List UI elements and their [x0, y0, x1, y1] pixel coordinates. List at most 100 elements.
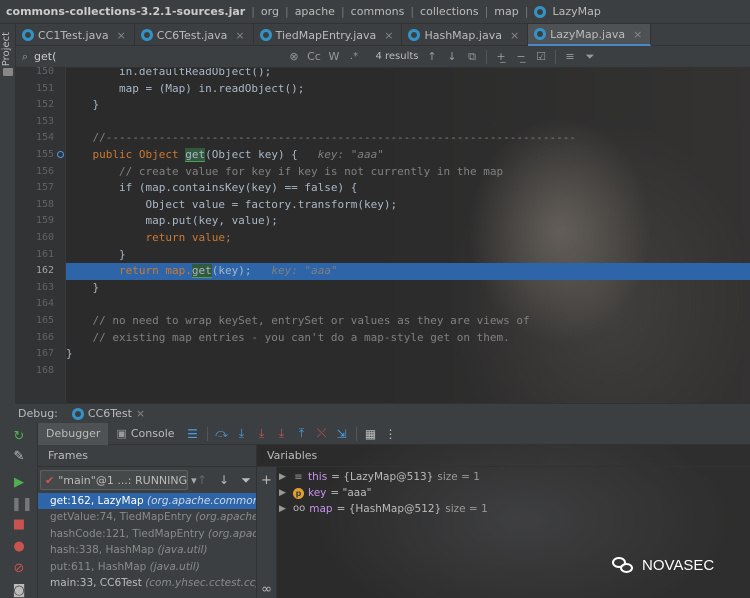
drop-frame-icon[interactable]: ⤬ — [312, 426, 332, 441]
step-over-icon[interactable]: ⤓ — [232, 426, 252, 441]
tab-debugger[interactable]: Debugger — [38, 422, 109, 445]
multiline-icon[interactable]: ≡ — [560, 50, 580, 63]
code-fragment: (key); — [211, 264, 252, 278]
code-line: } — [66, 347, 73, 361]
breadcrumb-file[interactable]: LazyMap — [552, 5, 600, 18]
project-tool-button[interactable]: Project — [1, 32, 12, 66]
clear-search-icon[interactable]: ⊗ — [284, 50, 304, 63]
code-editor[interactable]: in.defaultReadObject(); map = (Map) in.r… — [66, 68, 750, 403]
variable-value: = "aaa" — [330, 487, 372, 499]
debug-side-toolbar: ↻ ✎ ▶ ❚❚ ■ ● ⊘ ◙ — [0, 403, 38, 598]
breadcrumb-org[interactable]: org — [261, 5, 279, 18]
frame-item[interactable]: hashCode:121, TiedMapEntry (org.apache.c… — [38, 526, 256, 542]
close-icon[interactable]: × — [510, 29, 519, 42]
editor-gutter[interactable]: 150 151 152 153 154 155 156 157 158 159 … — [16, 66, 66, 403]
next-occurrence-icon[interactable]: ↓ — [442, 50, 462, 63]
run-to-cursor-icon[interactable]: ⇲ — [332, 427, 352, 441]
step-out-icon[interactable]: ⤒ — [292, 426, 312, 441]
remove-occurrence-icon[interactable]: −̲ — [511, 50, 531, 63]
mute-breakpoints-icon[interactable]: ⊘ — [11, 561, 27, 577]
frame-down-icon[interactable]: ↓ — [216, 473, 232, 487]
frame-item[interactable]: main:33, CC6Test (com.yhsec.cctest.cc) — [38, 575, 256, 591]
debugger-toolbar: Debugger ▣ Console ☰ ⤼ ⤓ ⤓ ⤓ ⤒ ⤬ ⇲ ▦ ⋮ — [38, 422, 750, 445]
pause-icon[interactable]: ❚❚ — [11, 497, 33, 513]
view-breakpoints-icon[interactable]: ● — [11, 539, 27, 555]
expand-icon[interactable]: ▶ — [279, 485, 289, 501]
select-all-occurrences-icon[interactable]: ☑ — [531, 50, 551, 63]
line-number: 168 — [35, 364, 54, 376]
filter-icon[interactable]: ⏷ — [580, 50, 600, 64]
tab-cc6test[interactable]: CC6Test.java × — [135, 24, 254, 46]
wrench-icon[interactable]: ✎ — [11, 449, 27, 465]
line-number: 158 — [35, 198, 54, 210]
line-number: 163 — [35, 281, 54, 293]
frame-up-icon[interactable]: ↑ — [194, 473, 210, 487]
class-icon — [408, 29, 421, 41]
tab-lazymap[interactable]: LazyMap.java × — [528, 24, 652, 46]
breadcrumb-separator: | — [484, 5, 489, 18]
breadcrumb-commons[interactable]: commons — [351, 5, 405, 18]
variable-row-this[interactable]: ▶ ≡ this = {LazyMap@513} size = 1 — [279, 469, 488, 485]
line-number: 155 — [35, 149, 54, 160]
previous-occurrence-icon[interactable]: ↑ — [422, 50, 442, 63]
line-number: 160 — [35, 232, 54, 243]
watermark: NOVASEC — [612, 555, 714, 575]
force-step-into-icon[interactable]: ⤓ — [272, 426, 292, 441]
variable-row-key[interactable]: ▶ p key = "aaa" — [279, 485, 488, 501]
filter-icon[interactable]: ⏷ — [238, 473, 254, 488]
close-icon[interactable]: × — [384, 29, 393, 42]
add-occurrence-icon[interactable]: +̲ — [491, 50, 511, 63]
step-into-icon[interactable]: ⤓ — [252, 426, 272, 441]
whole-words-toggle[interactable]: W — [324, 50, 344, 63]
breadcrumb-apache[interactable]: apache — [295, 5, 335, 18]
close-icon[interactable]: × — [235, 29, 244, 42]
match-case-toggle[interactable]: Cc — [304, 50, 324, 63]
close-icon[interactable]: × — [136, 407, 145, 420]
search-input[interactable] — [34, 47, 284, 66]
tab-label: Debugger — [46, 427, 101, 440]
camera-icon[interactable]: ◙ — [11, 583, 27, 598]
stop-icon[interactable]: ■ — [11, 517, 27, 533]
line-number: 150 — [35, 66, 54, 77]
thread-selector[interactable]: ✔ "main"@1 ...: RUNNING ▾ — [40, 470, 197, 490]
breadcrumb-map[interactable]: map — [494, 5, 518, 18]
class-icon — [259, 29, 272, 41]
tab-console[interactable]: ▣ Console — [108, 423, 182, 445]
close-icon[interactable]: × — [633, 28, 642, 41]
debug-session-tab[interactable]: CC6Test × — [66, 407, 151, 420]
breadcrumb-collections[interactable]: collections — [420, 5, 479, 18]
frame-item[interactable]: get:162, LazyMap (org.apache.commons.col… — [38, 493, 256, 510]
layout-menu-icon[interactable]: ☰ — [183, 427, 203, 441]
glasses-icon[interactable]: ∞ — [257, 582, 276, 597]
evaluate-expression-icon[interactable]: ▦ — [361, 427, 381, 441]
frame-item[interactable]: hash:338, HashMap (java.util) — [38, 542, 256, 558]
search-icon[interactable]: ⌕ — [16, 50, 34, 64]
breadcrumb-jar[interactable]: commons-collections-3.2.1-sources.jar — [6, 5, 245, 18]
method-breakpoint-icon[interactable] — [57, 151, 64, 158]
find-all-icon[interactable]: ⧉ — [462, 50, 482, 64]
rerun-icon[interactable]: ↻ — [11, 429, 27, 445]
regex-toggle[interactable]: .* — [344, 51, 364, 62]
show-execution-point-icon[interactable]: ⤼ — [212, 426, 232, 441]
add-watch-icon[interactable]: + — [257, 473, 276, 488]
code-line: map = (Map) in.readObject(); — [66, 81, 305, 95]
this-icon: ≡ — [294, 471, 303, 483]
frame-method: getValue:74, TiedMapEntry — [50, 511, 192, 524]
variables-toolbar: + ∞ — [257, 467, 277, 598]
watermark-text: NOVASEC — [642, 556, 715, 574]
resume-icon[interactable]: ▶ — [11, 475, 27, 491]
tab-hashmap[interactable]: HashMap.java × — [402, 24, 529, 46]
find-bar: ⌕ ⊗ Cc W .* 4 results ↑ ↓ ⧉ +̲ −̲ ☑ ≡ ⏷ — [16, 46, 750, 68]
frame-item[interactable]: put:611, HashMap (java.util) — [38, 559, 256, 575]
tab-tiedmapentry[interactable]: TiedMapEntry.java × — [254, 24, 403, 46]
variable-row-map[interactable]: ▶ oo map = {HashMap@512} size = 1 — [279, 501, 488, 517]
tab-cc1test[interactable]: CC1Test.java × — [16, 24, 135, 46]
variable-extra: size = 1 — [445, 503, 488, 515]
expand-icon[interactable]: ▶ — [279, 501, 289, 517]
code-line: // no need to wrap keySet, entrySet or v… — [66, 314, 530, 327]
more-icon[interactable]: ⋮ — [381, 427, 401, 441]
frame-item[interactable]: getValue:74, TiedMapEntry (org.apache.co… — [38, 509, 256, 525]
close-icon[interactable]: × — [117, 29, 126, 42]
expand-icon[interactable]: ▶ — [279, 469, 289, 485]
inline-debug-value: key: "aaa" — [317, 148, 384, 161]
